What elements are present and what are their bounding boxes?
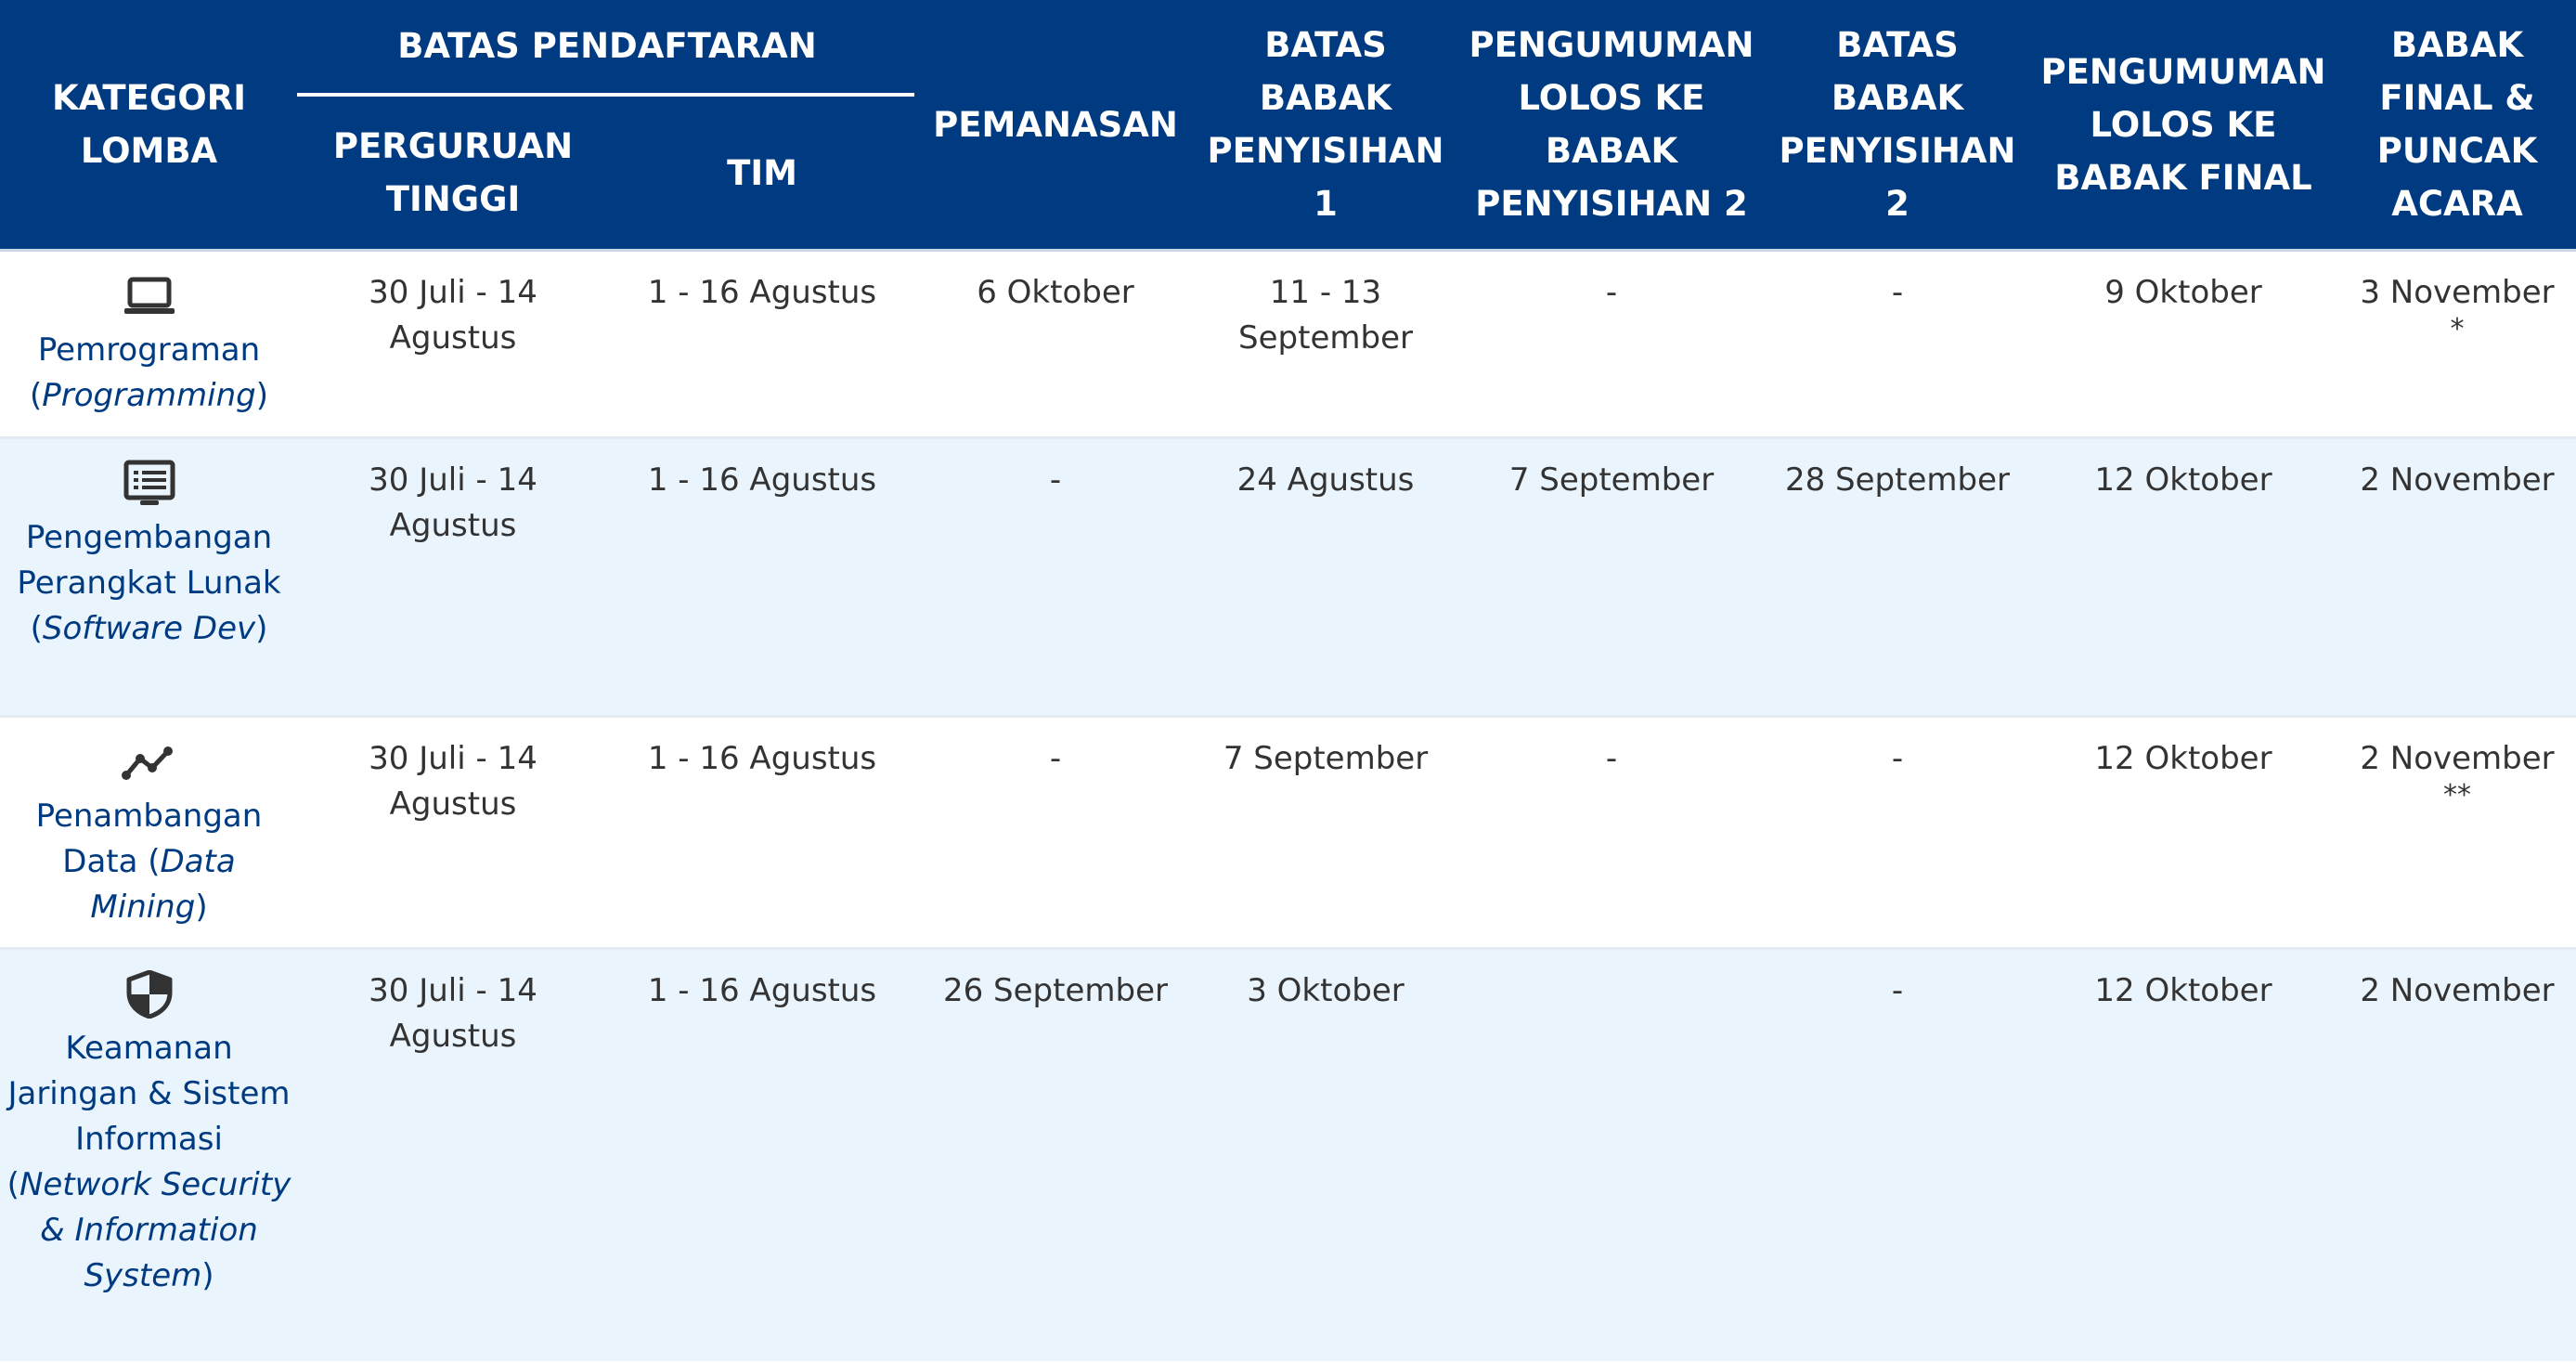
header-tim: TIM [608, 97, 916, 251]
monitor-list-icon [123, 460, 175, 505]
category-name: Penambangan Data (Data Mining) [35, 798, 263, 926]
cell-batas-penyisihan-1: 24 Agustus [1195, 436, 1456, 717]
header-batas-pendaftaran: BATAS PENDAFTARAN [296, 0, 916, 97]
cell-batas-penyisihan-1: 7 September [1195, 715, 1456, 949]
final-date: 2 November [2360, 461, 2555, 499]
header-batas-pendaftaran-label: BATAS PENDAFTARAN [397, 26, 817, 66]
header-pemanasan: PEMANASAN [916, 0, 1195, 251]
line-chart-icon [121, 746, 173, 780]
category-cell: Penambangan Data (Data Mining) [0, 715, 298, 949]
final-date: 2 November [2360, 740, 2555, 777]
table-row: Pengembangan Perangkat Lunak (Software D… [0, 436, 2576, 717]
category-cell: Pemrograman (Programming) [0, 249, 298, 438]
cell-final-puncak: 2 November [2338, 436, 2576, 717]
cell-perguruan-tinggi: 30 Juli - 14 Agustus [298, 715, 608, 949]
cell-batas-penyisihan-1: 11 - 13 September [1195, 249, 1456, 438]
header-final-puncak: BABAK FINAL & PUNCAK ACARA [2338, 0, 2576, 251]
cell-batas-penyisihan-1: 3 Oktober [1195, 947, 1456, 1361]
cell-pengumuman-penyisihan-2: 7 September [1456, 436, 1767, 717]
final-date: 2 November [2360, 972, 2555, 1009]
table-row: Keamanan Jaringan & Sistem Informasi (Ne… [0, 947, 2576, 1361]
category-cell: Keamanan Jaringan & Sistem Informasi (Ne… [0, 947, 298, 1361]
cell-pengumuman-final: 12 Oktober [2028, 715, 2338, 949]
category-name: Pemrograman (Programming) [29, 331, 269, 414]
cell-final-puncak: 3 November * [2338, 249, 2576, 438]
cell-final-puncak: 2 November [2338, 947, 2576, 1361]
header-pengumuman-penyisihan-2: PENGUMUMAN LOLOS KE BABAK PENYISIHAN 2 [1456, 0, 1767, 251]
cell-perguruan-tinggi: 30 Juli - 14 Agustus [298, 436, 608, 717]
cell-pengumuman-penyisihan-2: - [1456, 715, 1767, 949]
cell-batas-penyisihan-2: - [1767, 715, 2028, 949]
cell-pemanasan: 6 Oktober [916, 249, 1195, 438]
cell-tim: 1 - 16 Agustus [608, 947, 916, 1361]
cell-pemanasan: 26 September [916, 947, 1195, 1361]
header-group-divider [296, 93, 914, 97]
cell-tim: 1 - 16 Agustus [608, 436, 916, 717]
category-cell: Pengembangan Perangkat Lunak (Software D… [0, 436, 298, 717]
cell-pengumuman-final: 12 Oktober [2028, 436, 2338, 717]
table-row: Pemrograman (Programming) 30 Juli - 14 A… [0, 249, 2576, 438]
header-perguruan-tinggi: PERGURUAN TINGGI [298, 97, 608, 251]
cell-pengumuman-final: 12 Oktober [2028, 947, 2338, 1361]
cell-perguruan-tinggi: 30 Juli - 14 Agustus [298, 249, 608, 438]
cell-batas-penyisihan-2: 28 September [1767, 436, 2028, 717]
shield-icon [126, 970, 172, 1019]
laptop-icon [123, 277, 175, 314]
cell-perguruan-tinggi: 30 Juli - 14 Agustus [298, 947, 608, 1361]
header-pengumuman-final: PENGUMUMAN LOLOS KE BABAK FINAL [2028, 0, 2338, 251]
header-kategori: KATEGORI LOMBA [0, 0, 298, 251]
table-row: Penambangan Data (Data Mining) 30 Juli -… [0, 715, 2576, 949]
table-body: Pemrograman (Programming) 30 Juli - 14 A… [0, 249, 2576, 1361]
cell-pengumuman-penyisihan-2 [1456, 947, 1767, 1361]
final-note: * [2450, 313, 2465, 345]
cell-final-puncak: 2 November ** [2338, 715, 2576, 949]
category-name: Pengembangan Perangkat Lunak (Software D… [17, 519, 281, 647]
cell-pemanasan: - [916, 715, 1195, 949]
final-date: 3 November [2360, 274, 2555, 311]
cell-batas-penyisihan-2: - [1767, 947, 2028, 1361]
cell-pengumuman-penyisihan-2: - [1456, 249, 1767, 438]
header-batas-penyisihan-2: BATAS BABAK PENYISIHAN 2 [1767, 0, 2028, 251]
category-name: Keamanan Jaringan & Sistem Informasi (Ne… [6, 1030, 291, 1294]
cell-pemanasan: - [916, 436, 1195, 717]
cell-tim: 1 - 16 Agustus [608, 249, 916, 438]
final-note: ** [2443, 779, 2471, 811]
table-header: KATEGORI LOMBA BATAS PENDAFTARAN PEMANAS… [0, 0, 2576, 251]
cell-tim: 1 - 16 Agustus [608, 715, 916, 949]
header-batas-penyisihan-1: BATAS BABAK PENYISIHAN 1 [1195, 0, 1456, 251]
competition-schedule-table: KATEGORI LOMBA BATAS PENDAFTARAN PEMANAS… [0, 0, 2576, 1361]
cell-pengumuman-final: 9 Oktober [2028, 249, 2338, 438]
cell-batas-penyisihan-2: - [1767, 249, 2028, 438]
